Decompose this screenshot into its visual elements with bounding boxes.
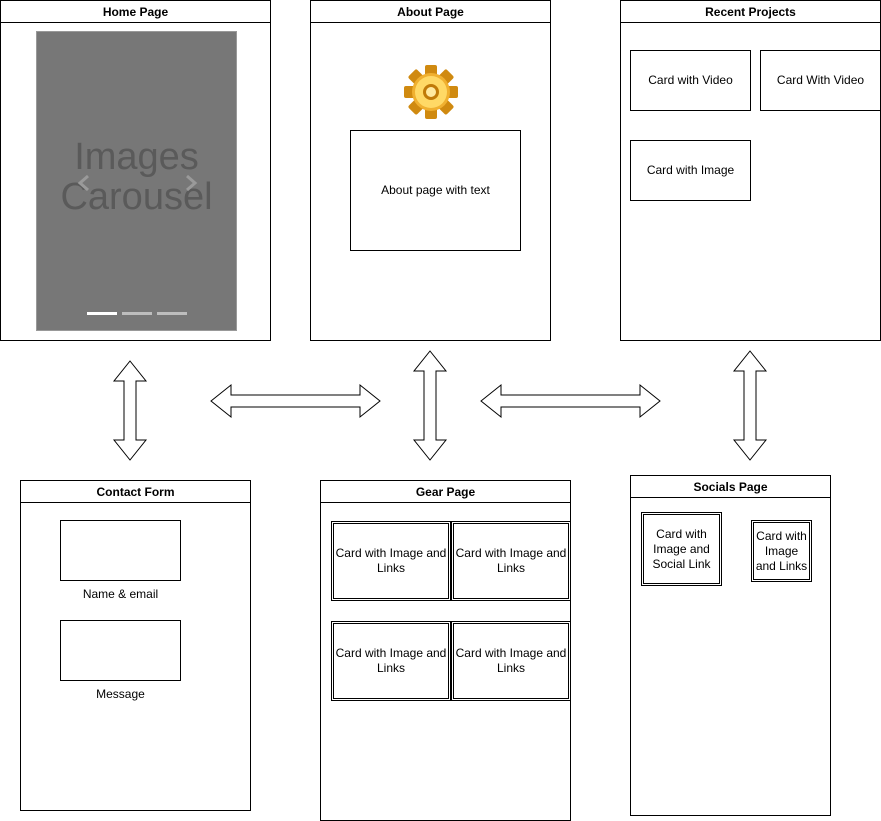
contact-form-frame: Contact Form Name & email Message: [20, 480, 251, 811]
double-arrow-vertical-recent-socials: [732, 350, 768, 461]
name-email-label: Name & email: [82, 587, 159, 601]
social-link-card[interactable]: Card with Image and Social Link: [641, 512, 722, 586]
gear-page-title: Gear Page: [321, 481, 570, 503]
gear-card[interactable]: Card with Image and Links: [331, 521, 451, 601]
double-arrow-vertical-about-gear: [412, 350, 448, 461]
gear-card[interactable]: Card with Image and Links: [331, 621, 451, 701]
double-arrow-vertical-home-contact: [112, 360, 148, 461]
contact-form-title: Contact Form: [21, 481, 250, 503]
gear-page-frame: Gear Page Card with Image and Links Card…: [320, 480, 571, 821]
gear-card[interactable]: Card with Image and Links: [451, 621, 571, 701]
gear-card[interactable]: Card with Image and Links: [451, 521, 571, 601]
message-input[interactable]: [60, 620, 181, 681]
double-arrow-horizontal-right: [480, 383, 661, 419]
social-links-card[interactable]: Card with Image and Links: [751, 520, 812, 582]
message-label: Message: [96, 687, 145, 701]
name-email-input[interactable]: [60, 520, 181, 581]
socials-page-frame: Socials Page Card with Image and Social …: [630, 475, 831, 816]
socials-page-title: Socials Page: [631, 476, 830, 498]
double-arrow-horizontal-left: [210, 383, 381, 419]
